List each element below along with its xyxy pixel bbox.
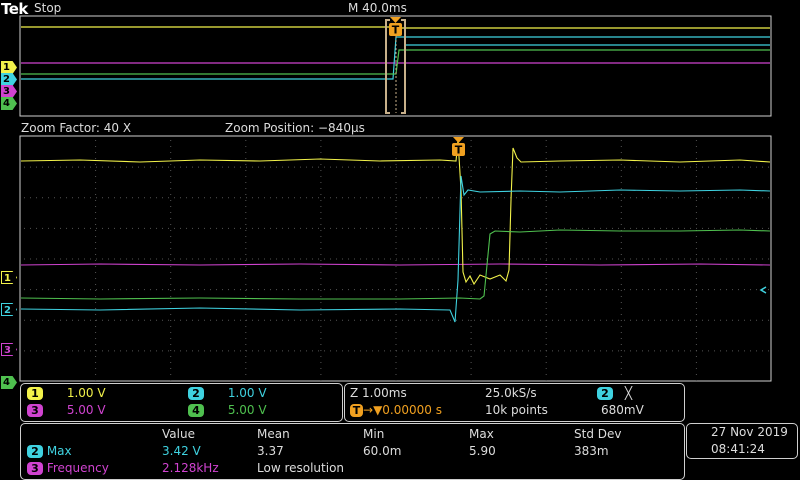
zoom-trigger-position-icon[interactable]: T <box>451 137 466 159</box>
meas-row1-stddev: 383m <box>574 444 609 458</box>
ch3-scale[interactable]: 3 5.00 V <box>27 403 106 417</box>
svg-text:T: T <box>455 144 463 157</box>
ch4-scale-value: 5.00 V <box>227 403 267 417</box>
ch2-scale-value: 1.00 V <box>227 386 267 400</box>
meas-header-min: Min <box>363 427 385 441</box>
trigger-position-badge: T <box>350 404 363 417</box>
zoom-position-label: Zoom Position: −840μs <box>225 121 365 135</box>
meas-row2-name: Frequency <box>46 461 109 475</box>
meas-header-stddev: Std Dev <box>574 427 622 441</box>
record-length[interactable]: 10k points <box>485 403 548 417</box>
zoom-trace-ch3 <box>20 263 771 266</box>
trigger-source[interactable]: 2 ╳ <box>597 386 632 400</box>
trigger-level[interactable]: 680mV <box>601 403 644 417</box>
datetime-panel[interactable]: 27 Nov 2019 08:41:24 <box>686 423 798 459</box>
meas-row1-name: Max <box>46 444 72 458</box>
ch3-scale-value: 5.00 V <box>66 403 106 417</box>
meas-row2-mean: Low resolution <box>257 461 345 475</box>
date-label: 27 Nov 2019 <box>711 425 788 439</box>
zoom-timebase[interactable]: Z 1.00ms <box>350 386 407 400</box>
ch2-scale[interactable]: 2 1.00 V <box>188 386 267 400</box>
ch3-badge: 3 <box>27 404 43 417</box>
ch1-scale[interactable]: 1 1.00 V <box>27 386 106 400</box>
timebase-trigger-panel[interactable]: Z 1.00ms 25.0kS/s 2 ╳ T →▼0.00000 s 10k p… <box>344 383 685 422</box>
time-label: 08:41:24 <box>711 442 765 456</box>
graticule <box>24 140 769 381</box>
meas-row-max[interactable]: 2 Max <box>27 444 72 458</box>
ch2-badge: 2 <box>188 387 204 400</box>
trigger-source-badge: 2 <box>597 387 613 400</box>
meas-row1-badge: 2 <box>27 445 43 458</box>
zoom-factor-label: Zoom Factor: 40 X <box>21 121 132 135</box>
trigger-level-arrow <box>759 286 767 294</box>
measurements-panel[interactable]: Value Mean Min Max Std Dev 2 Max 3.42 V … <box>20 423 685 480</box>
meas-row1-max: 5.90 <box>469 444 496 458</box>
meas-header-value: Value <box>162 427 195 441</box>
svg-text:T: T <box>392 24 400 37</box>
trigger-position[interactable]: T →▼0.00000 s <box>350 403 442 417</box>
trigger-slope-icon: ╳ <box>624 386 633 400</box>
meas-row1-min: 60.0m <box>363 444 402 458</box>
ch4-badge: 4 <box>188 404 204 417</box>
trigger-position-icon[interactable]: T <box>388 17 403 39</box>
sample-rate: 25.0kS/s <box>485 386 537 400</box>
meas-row-frequency[interactable]: 3 Frequency <box>27 461 109 475</box>
channel-scale-panel[interactable]: 1 1.00 V 2 1.00 V 3 5.00 V 4 5.00 V <box>20 383 343 422</box>
meas-row1-value: 3.42 V <box>162 444 201 458</box>
ch4-scale[interactable]: 4 5.00 V <box>188 403 267 417</box>
ch1-scale-value: 1.00 V <box>66 386 106 400</box>
meas-row2-badge: 3 <box>27 462 43 475</box>
meas-header-max: Max <box>469 427 494 441</box>
meas-row1-mean: 3.37 <box>257 444 284 458</box>
ch1-badge: 1 <box>27 387 43 400</box>
meas-header-mean: Mean <box>257 427 290 441</box>
meas-row2-value: 2.128kHz <box>162 461 219 475</box>
